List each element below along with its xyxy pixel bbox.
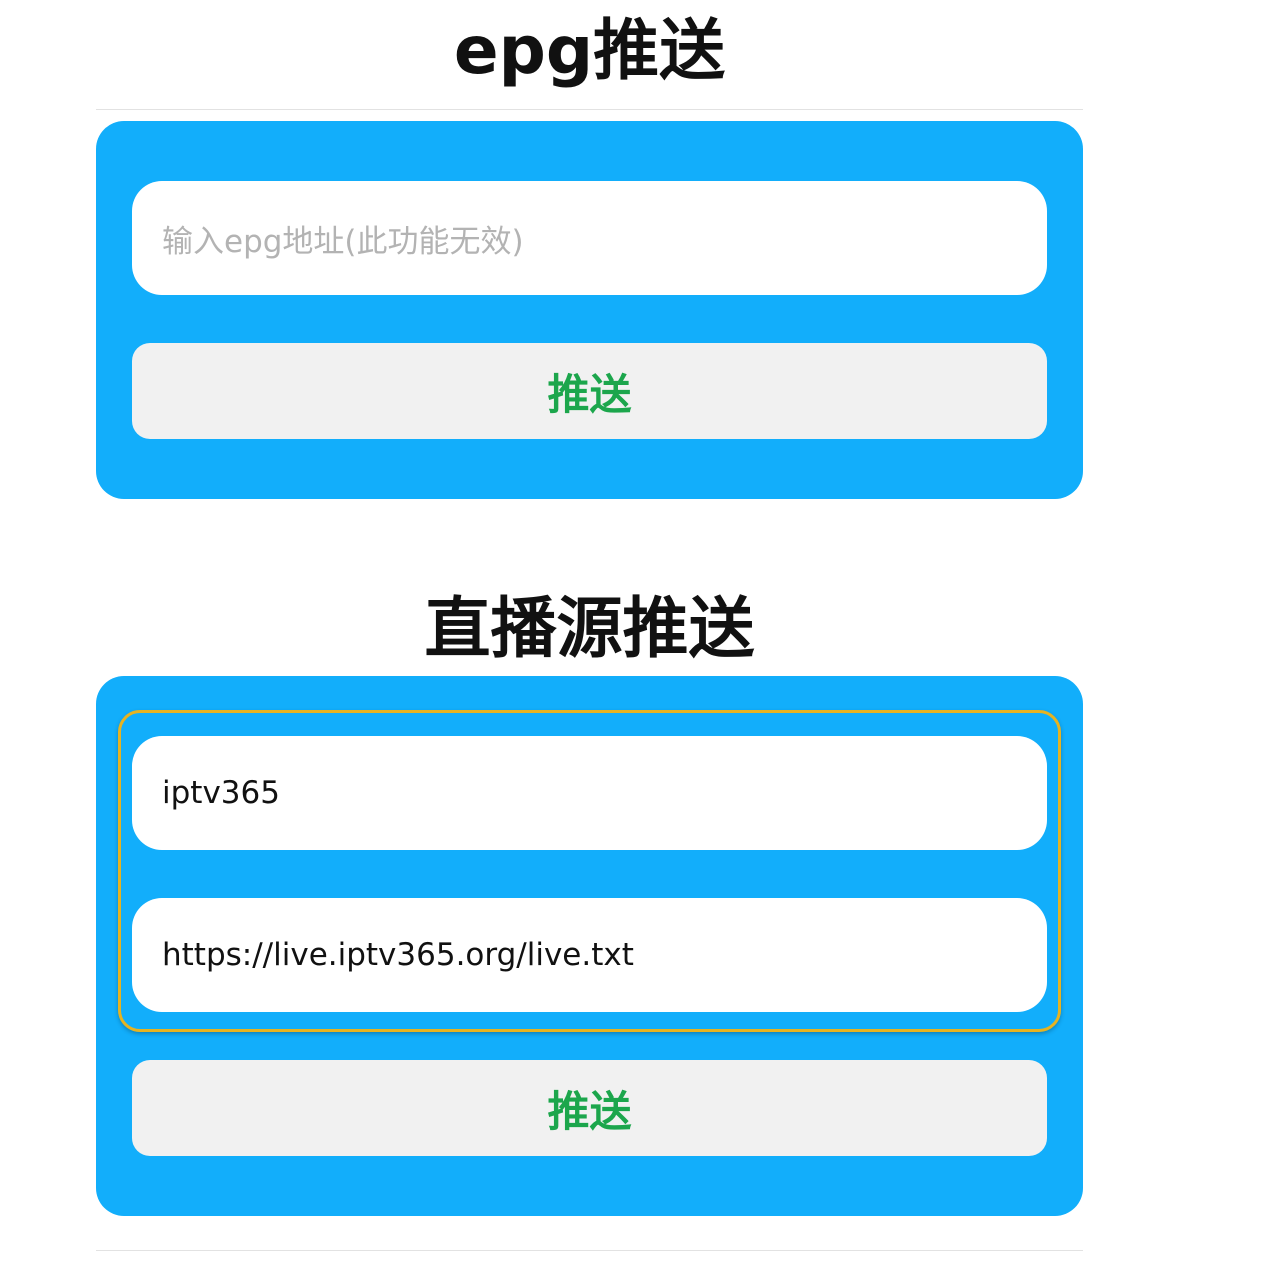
epg-panel: 输入epg地址(此功能无效) 推送 [96,121,1083,499]
live-source-name-input[interactable]: iptv365 [132,736,1047,850]
live-push-button[interactable]: 推送 [132,1060,1047,1156]
epg-push-button[interactable]: 推送 [132,343,1047,439]
live-section-title: 直播源推送 [424,590,755,667]
live-source-url-input[interactable]: https://live.iptv365.org/live.txt [132,898,1047,1012]
divider [96,109,1083,110]
divider [96,1250,1083,1251]
epg-url-input[interactable]: 输入epg地址(此功能无效) [132,181,1047,295]
epg-section-title: epg推送 [453,12,726,89]
live-source-panel: iptv365 https://live.iptv365.org/live.tx… [96,676,1083,1216]
